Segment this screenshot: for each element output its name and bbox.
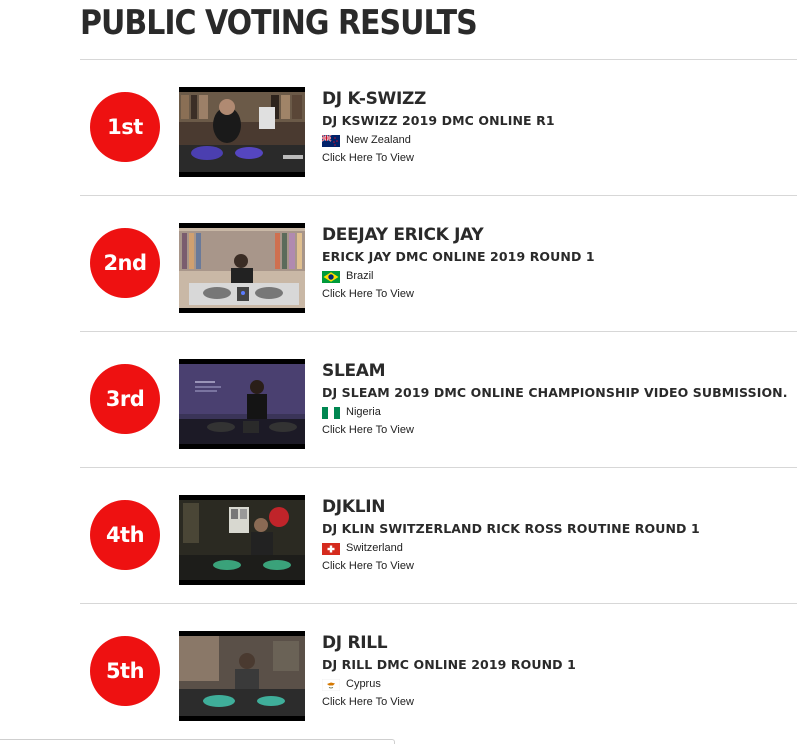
cyprus-flag-icon: [321, 678, 341, 692]
video-thumbnail[interactable]: [179, 87, 305, 177]
video-thumbnail[interactable]: [179, 223, 305, 313]
result-entry: 1st DJ K-SWIZZ DJ KSWIZZ 2019 DMC ONLINE…: [80, 59, 797, 195]
rank-badge: 5th: [90, 636, 160, 706]
rank-badge: 2nd: [90, 228, 160, 298]
bottom-panel-edge: [0, 739, 395, 744]
result-info: DJ K-SWIZZ DJ KSWIZZ 2019 DMC ONLINE R1: [321, 88, 797, 166]
rank-badge: 4th: [90, 500, 160, 570]
video-title: DJ RILL DMC ONLINE 2019 ROUND 1: [322, 657, 576, 672]
nigeria-flag-icon: [322, 406, 340, 419]
result-entry: 3rd SLEAM DJ SLEAM 2019 DMC ONLINE CHAMP…: [80, 331, 797, 467]
video-title: DJ KLIN SWITZERLAND RICK ROSS ROUTINE RO…: [322, 521, 700, 536]
video-title: ERICK JAY DMC ONLINE 2019 ROUND 1: [322, 249, 595, 264]
dj-name: DEEJAY ERICK JAY: [322, 225, 484, 245]
view-link[interactable]: Click Here To View: [322, 560, 414, 572]
results-list: 1st DJ K-SWIZZ DJ KSWIZZ 2019 DMC ONLINE…: [80, 59, 797, 739]
country-name: Nigeria: [346, 406, 381, 418]
view-link[interactable]: Click Here To View: [322, 152, 414, 164]
country-name: Switzerland: [346, 542, 403, 554]
dj-name: DJKLIN: [322, 497, 386, 517]
rank-badge: 1st: [90, 92, 160, 162]
view-link[interactable]: Click Here To View: [322, 288, 414, 300]
country: Cyprus: [321, 676, 797, 692]
result-info: DJ RILL DJ RILL DMC ONLINE 2019 ROUND 1 …: [321, 632, 797, 710]
video-thumbnail[interactable]: [179, 359, 305, 449]
country: Brazil: [322, 268, 797, 284]
rank-badge: 3rd: [90, 364, 160, 434]
result-entry: 4th DJKLIN DJ KLIN SWITZERLAND RICK ROSS…: [80, 467, 797, 603]
country: Switzerland: [322, 540, 797, 556]
result-info: DEEJAY ERICK JAY ERICK JAY DMC ONLINE 20…: [322, 224, 797, 302]
country-name: Cyprus: [346, 678, 381, 690]
dj-name: DJ RILL: [322, 633, 388, 653]
dj-name: SLEAM: [322, 361, 386, 381]
country-name: Brazil: [346, 270, 374, 282]
video-title: DJ SLEAM 2019 DMC ONLINE CHAMPIONSHIP VI…: [322, 385, 788, 400]
country: New Zealand: [321, 132, 797, 148]
video-title: DJ KSWIZZ 2019 DMC ONLINE R1: [322, 113, 555, 128]
view-link[interactable]: Click Here To View: [322, 424, 414, 436]
result-info: SLEAM DJ SLEAM 2019 DMC ONLINE CHAMPIONS…: [322, 360, 797, 438]
country: Nigeria: [322, 404, 797, 420]
video-thumbnail[interactable]: [179, 631, 305, 721]
video-thumbnail[interactable]: [179, 495, 305, 585]
result-entry: 2nd DEEJAY ERICK JAY ERICK JAY DMC ONLIN…: [80, 195, 797, 331]
new-zealand-flag-icon: [321, 134, 340, 147]
dj-name: DJ K-SWIZZ: [322, 89, 427, 109]
switzerland-flag-icon: [322, 542, 340, 555]
page-title: PUBLIC VOTING RESULTS: [80, 4, 478, 44]
country-name: New Zealand: [346, 134, 411, 146]
brazil-flag-icon: [322, 270, 340, 283]
result-info: DJKLIN DJ KLIN SWITZERLAND RICK ROSS ROU…: [322, 496, 797, 574]
view-link[interactable]: Click Here To View: [322, 696, 414, 708]
result-entry: 5th DJ RILL DJ RILL DMC ONLINE 2019 ROUN…: [80, 603, 797, 739]
